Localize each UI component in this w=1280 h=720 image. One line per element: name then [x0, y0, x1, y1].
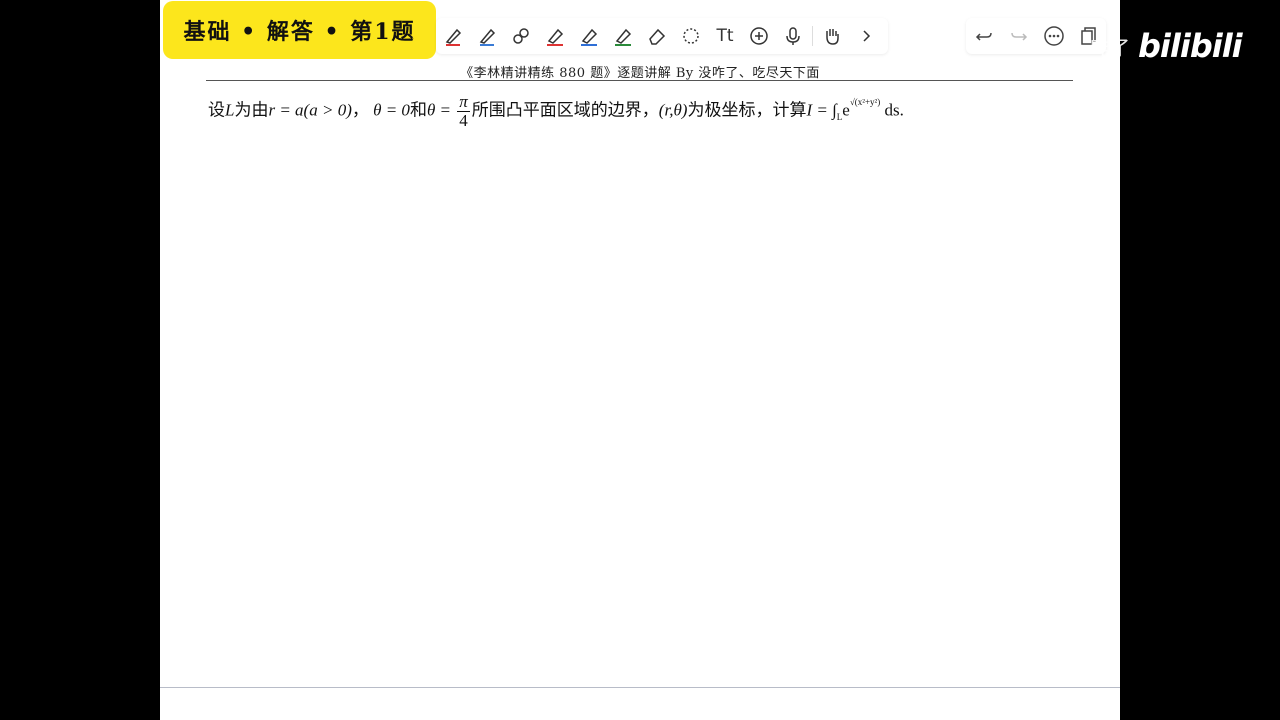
page-bottom-divider: [160, 687, 1120, 688]
highlighter-blue-icon[interactable]: [572, 19, 606, 53]
page-toolbar: [966, 18, 1106, 54]
note-page: 《李林精讲精练 880 题》逐题讲解 By 没咋了、吃尽天下面 设L为由r = …: [160, 0, 1120, 720]
bilibili-watermark: 咋了 bilibili: [1090, 27, 1243, 65]
undo-icon[interactable]: [967, 19, 1001, 53]
chevron-right-icon[interactable]: [849, 19, 883, 53]
problem-badge: 基础 • 解答 • 第1题: [163, 1, 436, 59]
highlighter-green-icon[interactable]: [606, 19, 640, 53]
eraser-icon[interactable]: [640, 19, 674, 53]
microphone-icon[interactable]: [776, 19, 810, 53]
lasso-icon[interactable]: [674, 19, 708, 53]
pen-icon[interactable]: [436, 19, 470, 53]
exponent: √(x²+y²): [849, 96, 881, 107]
problem-statement: 设L为由r = a(a > 0)， θ = 0和θ = π 4 所围凸平面区域的…: [208, 92, 904, 130]
redo-icon[interactable]: [1002, 19, 1036, 53]
pi-over-four: π 4: [457, 92, 470, 130]
add-icon[interactable]: [742, 19, 776, 53]
page-header: 《李林精讲精练 880 题》逐题讲解 By 没咋了、吃尽天下面: [460, 66, 820, 81]
pencil-icon[interactable]: [470, 19, 504, 53]
bilibili-logo: bilibili: [1138, 27, 1243, 65]
drawing-toolbar: Tt: [436, 18, 888, 54]
link-icon[interactable]: [504, 19, 538, 53]
toolbar-divider: [812, 26, 813, 46]
eq-theta-zero: θ = 0: [373, 100, 410, 120]
hand-icon[interactable]: [815, 19, 849, 53]
eq-circle: r = a(a > 0): [268, 100, 352, 120]
more-icon[interactable]: [1037, 19, 1071, 53]
text-tool-icon[interactable]: Tt: [708, 19, 742, 53]
polar-coords: (r,θ): [658, 100, 688, 120]
highlighter-red-icon[interactable]: [538, 19, 572, 53]
header-divider: [206, 80, 1073, 81]
